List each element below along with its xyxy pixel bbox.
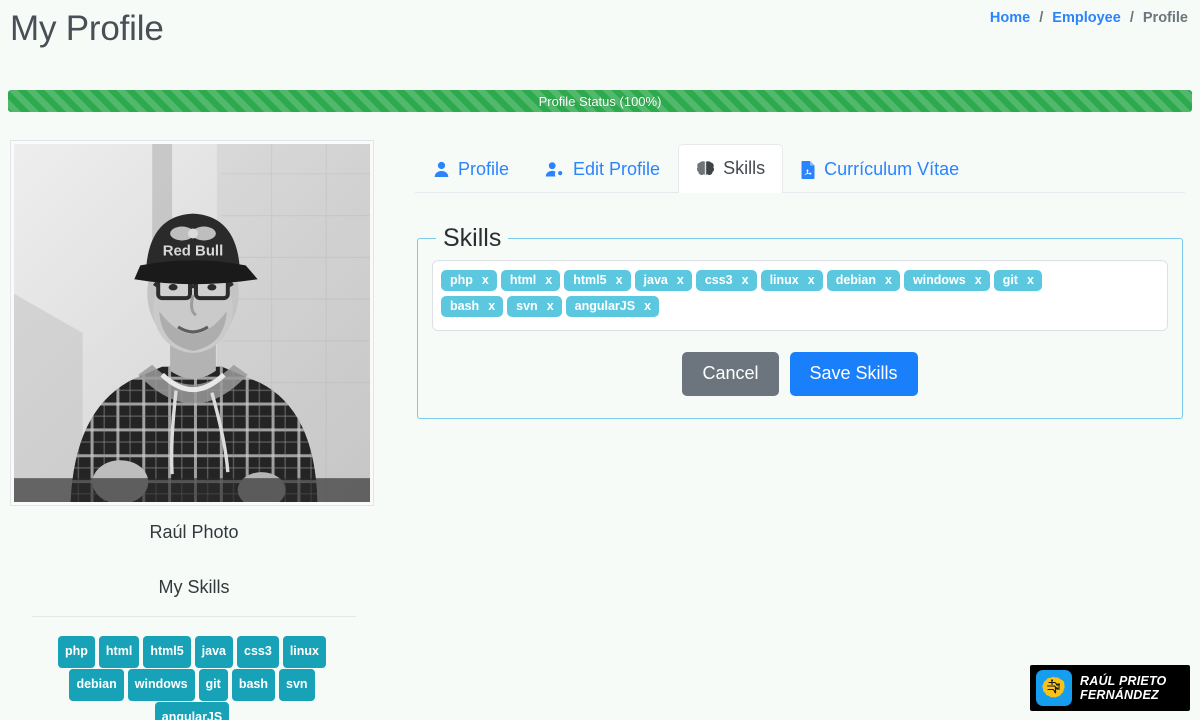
skill-tag-remove-icon[interactable]: x [808,273,815,287]
skill-tag: windows x [903,270,990,291]
breadcrumb: Home / Employee / Profile [990,10,1188,26]
skill-tag-remove-icon[interactable]: x [547,299,554,313]
skill-tag: debian x [826,270,900,291]
save-skills-button[interactable]: Save Skills [789,352,918,396]
skill-tag: linux x [760,270,823,291]
skill-tag: java x [634,270,692,291]
profile-status-progress-fill: Profile Status (100%) [8,90,1192,112]
skill-tag-remove-icon[interactable]: x [644,299,651,313]
breadcrumb-item-employee[interactable]: Employee [1052,10,1121,26]
profile-photo: Red Bull [14,144,370,502]
skill-tag-remove-icon[interactable]: x [742,273,749,287]
skill-tag: svn x [507,296,562,317]
skill-badge: java [194,636,233,668]
breadcrumb-separator: / [1129,10,1134,26]
skill-tag-remove-icon[interactable]: x [885,273,892,287]
skill-tag-label: debian [835,273,876,287]
profile-status-progress: Profile Status (100%) [8,90,1192,112]
skill-badge: debian [69,669,124,701]
breadcrumb-item-profile: Profile [1142,10,1188,26]
skill-tag-label: windows [912,273,966,287]
skill-tag-label: html [509,273,537,287]
skill-tag-label: angularJS [574,299,636,313]
brain-icon [696,160,715,178]
skill-badge: windows [127,669,195,701]
user-icon [433,161,450,178]
skill-tag-remove-icon[interactable]: x [975,273,982,287]
page-header: My Profile Home / Employee / Profile [0,0,1200,80]
skill-badge: svn [279,669,315,701]
sidebar-divider [32,616,356,617]
user-gear-icon [545,161,565,178]
tab-profile[interactable]: Profile [415,146,527,193]
skill-badge: css3 [237,636,279,668]
tab-cv-label: Currículum Vítae [824,159,960,179]
skill-tag-remove-icon[interactable]: x [616,273,623,287]
profile-sidebar: Red Bull Raúl Photo My Skills php html htm… [10,140,378,720]
skill-tag-label: git [1002,273,1018,287]
skill-tag: css3 x [695,270,757,291]
skill-badge: html [98,636,140,668]
profile-status-label: Profile Status (100%) [538,93,662,109]
tab-edit-profile[interactable]: Edit Profile [527,146,678,193]
skill-tag: bash x [441,296,504,317]
tab-profile-label: Profile [458,159,510,179]
skill-tag-label: linux [769,273,799,287]
skill-tag: angularJS x [565,296,660,317]
watermark-line-2: FERNÁNDEZ [1080,688,1159,702]
tab-edit-profile-label: Edit Profile [573,159,661,179]
skill-badge: bash [231,669,275,701]
skill-tag: html x [500,270,561,291]
sidebar-skills-heading: My Skills [158,577,230,597]
page-title: My Profile [10,9,164,48]
profile-photo-frame: Red Bull [10,140,374,506]
cancel-button[interactable]: Cancel [682,352,779,396]
profile-photo-image: Red Bull [14,144,370,502]
watermark-logo: RAÚL PRIETO FERNÁNDEZ [1030,665,1190,711]
skills-fieldset: Skills php x html x html5 x java x css3 x linux x de… [417,224,1183,419]
skills-legend: Skills [443,224,502,252]
skill-tag-remove-icon[interactable]: x [482,273,489,287]
svg-text:Red Bull: Red Bull [163,243,223,259]
pdf-file-icon [801,160,816,179]
skill-tag-remove-icon[interactable]: x [677,273,684,287]
skills-tags-input[interactable]: php x html x html5 x java x css3 x linux x debian x wi… [432,260,1168,331]
profile-main-panel: Profile Edit Profile Skills Currículum V… [415,144,1185,419]
skills-actions: Cancel Save Skills [432,352,1168,396]
skill-badge: linux [282,636,326,668]
skill-tag-remove-icon[interactable]: x [1027,273,1034,287]
tab-skills-label: Skills [723,158,766,178]
watermark-text: RAÚL PRIETO FERNÁNDEZ [1080,674,1166,703]
skill-tag-label: html5 [573,273,607,287]
skill-tag: php x [441,270,497,291]
skill-tag-remove-icon[interactable]: x [545,273,552,287]
sidebar-skill-badges: php html html5 java css3 linux debian windows gi… [10,635,374,720]
skill-tag-label: java [643,273,668,287]
skill-tag: html5 x [564,270,631,291]
brain-logo-icon [1036,670,1072,706]
skill-tag-label: bash [450,299,480,313]
breadcrumb-separator: / [1039,10,1044,26]
skill-tag-label: css3 [704,273,733,287]
profile-tabs: Profile Edit Profile Skills Currículum V… [415,144,1185,193]
skill-tag-label: svn [516,299,538,313]
skill-badge: html5 [143,636,191,668]
skill-tag-label: php [450,273,473,287]
skill-badge: git [198,669,228,701]
skill-badge: php [58,636,95,668]
profile-photo-caption: Raúl Photo [149,522,239,542]
tab-curriculum-vitae[interactable]: Currículum Vítae [783,146,977,193]
watermark-line-1: RAÚL PRIETO [1080,673,1167,688]
profile-page: My Profile Home / Employee / Profile Pro… [0,0,1200,720]
tab-skills[interactable]: Skills [678,144,784,193]
breadcrumb-item-home[interactable]: Home [990,10,1030,26]
skill-badge: angularJS [154,702,230,720]
skill-tag-remove-icon[interactable]: x [488,299,495,313]
skill-tag: git x [993,270,1042,291]
